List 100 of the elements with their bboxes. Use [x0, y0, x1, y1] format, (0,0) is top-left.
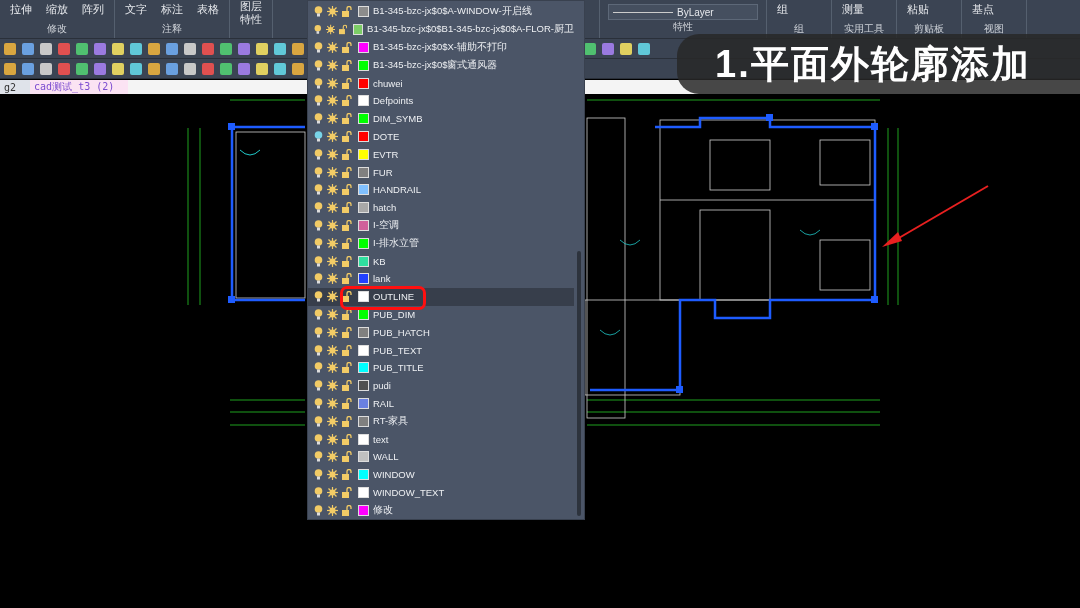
bulb-icon[interactable]: [314, 469, 323, 481]
sun-icon[interactable]: [327, 77, 338, 89]
unlock-icon[interactable]: [342, 308, 352, 320]
ribbon-command[interactable]: 基点: [970, 0, 996, 19]
unlock-icon[interactable]: [342, 415, 352, 427]
sun-icon[interactable]: [327, 130, 338, 142]
file-tab[interactable]: cad测试_t3 (2): [30, 80, 129, 94]
sun-icon[interactable]: [327, 344, 338, 356]
layer-item[interactable]: WINDOW_TEXT: [308, 483, 574, 502]
scrollbar[interactable]: [577, 251, 581, 516]
tool-icon[interactable]: [184, 42, 196, 55]
linetype-dropdown[interactable]: ByLayer: [608, 4, 758, 20]
panel-label[interactable]: 视图: [970, 22, 1018, 36]
tool-icon[interactable]: [40, 62, 52, 75]
unlock-icon[interactable]: [342, 202, 352, 214]
tool-icon[interactable]: [22, 62, 34, 75]
tool-icon[interactable]: [292, 42, 304, 55]
sun-icon[interactable]: [327, 59, 338, 71]
sun-icon[interactable]: [327, 433, 338, 445]
tool-icon[interactable]: [58, 42, 70, 55]
unlock-icon[interactable]: [342, 291, 352, 303]
layer-item[interactable]: DOTE: [308, 127, 574, 146]
sun-icon[interactable]: [327, 202, 338, 214]
tool-icon[interactable]: [274, 42, 286, 55]
unlock-icon[interactable]: [342, 148, 352, 160]
tool-icon[interactable]: [4, 42, 16, 55]
unlock-icon[interactable]: [342, 380, 352, 392]
sun-icon[interactable]: [327, 486, 338, 498]
unlock-icon[interactable]: [342, 184, 352, 196]
sun-icon[interactable]: [327, 380, 338, 392]
unlock-icon[interactable]: [342, 113, 352, 125]
ribbon-command[interactable]: 图层特性: [238, 0, 264, 26]
ribbon-command[interactable]: 文字: [123, 0, 149, 19]
layer-item[interactable]: I-空调: [308, 216, 574, 235]
layer-item[interactable]: KB: [308, 252, 574, 270]
sun-icon[interactable]: [327, 6, 338, 18]
layer-item[interactable]: WALL: [308, 447, 574, 466]
unlock-icon[interactable]: [342, 344, 352, 356]
unlock-icon[interactable]: [342, 42, 352, 53]
ribbon-command[interactable]: 拉伸: [8, 0, 34, 19]
tool-icon[interactable]: [256, 42, 268, 55]
layer-item[interactable]: B1-345-bzc-jx$0$窗式通风器: [308, 56, 574, 75]
file-tab[interactable]: g2: [0, 80, 31, 94]
tool-icon[interactable]: [130, 42, 142, 55]
bulb-icon[interactable]: [314, 42, 323, 53]
tool-icon[interactable]: [220, 42, 232, 55]
sun-icon[interactable]: [327, 255, 338, 267]
ribbon-command[interactable]: 缩放: [44, 0, 70, 19]
bulb-icon[interactable]: [314, 415, 323, 427]
layer-item[interactable]: pudi: [308, 376, 574, 395]
bulb-icon[interactable]: [314, 202, 323, 214]
bulb-icon[interactable]: [314, 380, 323, 392]
layer-item[interactable]: lank: [308, 269, 574, 288]
sun-icon[interactable]: [327, 42, 338, 53]
bulb-icon[interactable]: [314, 308, 323, 320]
ribbon-command[interactable]: 阵列: [80, 0, 106, 19]
unlock-icon[interactable]: [342, 326, 352, 338]
unlock-icon[interactable]: [342, 6, 352, 18]
tool-icon[interactable]: [58, 62, 70, 75]
tool-icon[interactable]: [76, 62, 88, 75]
bulb-icon[interactable]: [314, 95, 323, 107]
bulb-icon[interactable]: [314, 504, 323, 516]
bulb-icon[interactable]: [314, 130, 323, 142]
sun-icon[interactable]: [327, 113, 338, 125]
unlock-icon[interactable]: [342, 504, 352, 516]
bulb-icon[interactable]: [314, 433, 323, 445]
sun-icon[interactable]: [327, 362, 338, 374]
tool-icon[interactable]: [238, 62, 250, 75]
tool-icon[interactable]: [40, 42, 52, 55]
tool-icon[interactable]: [638, 42, 650, 55]
sun-icon[interactable]: [327, 291, 338, 303]
tool-icon[interactable]: [166, 42, 178, 55]
bulb-icon[interactable]: [314, 166, 323, 178]
sun-icon[interactable]: [327, 184, 338, 196]
layer-item[interactable]: text: [308, 430, 574, 448]
sun-icon[interactable]: [327, 504, 338, 516]
tool-icon[interactable]: [184, 62, 196, 75]
layer-item[interactable]: B1-345-bzc-jx$0$A-WINDOW-开启线: [308, 3, 574, 21]
tool-icon[interactable]: [76, 42, 88, 55]
tool-icon[interactable]: [112, 42, 124, 55]
panel-label[interactable]: 剪贴板: [905, 22, 953, 36]
tool-icon[interactable]: [148, 42, 160, 55]
tool-icon[interactable]: [94, 62, 106, 75]
sun-icon[interactable]: [327, 237, 338, 249]
ribbon-command[interactable]: 组: [775, 0, 790, 19]
panel-label[interactable]: 特性: [608, 20, 758, 34]
tool-icon[interactable]: [220, 62, 232, 75]
layer-item[interactable]: I-排水立管: [308, 234, 574, 253]
bulb-icon[interactable]: [314, 219, 323, 231]
layer-item[interactable]: PUB_HATCH: [308, 323, 574, 342]
tool-icon[interactable]: [292, 62, 304, 75]
tool-icon[interactable]: [94, 42, 106, 55]
layer-item[interactable]: RT-家具: [308, 412, 574, 431]
layer-item[interactable]: DIM_SYMB: [308, 109, 574, 128]
unlock-icon[interactable]: [342, 237, 352, 249]
panel-label[interactable]: 实用工具: [840, 22, 888, 36]
layer-item[interactable]: Defpoints: [308, 92, 574, 110]
tool-icon[interactable]: [4, 62, 16, 75]
layer-item[interactable]: hatch: [308, 198, 574, 217]
bulb-icon[interactable]: [314, 451, 323, 463]
